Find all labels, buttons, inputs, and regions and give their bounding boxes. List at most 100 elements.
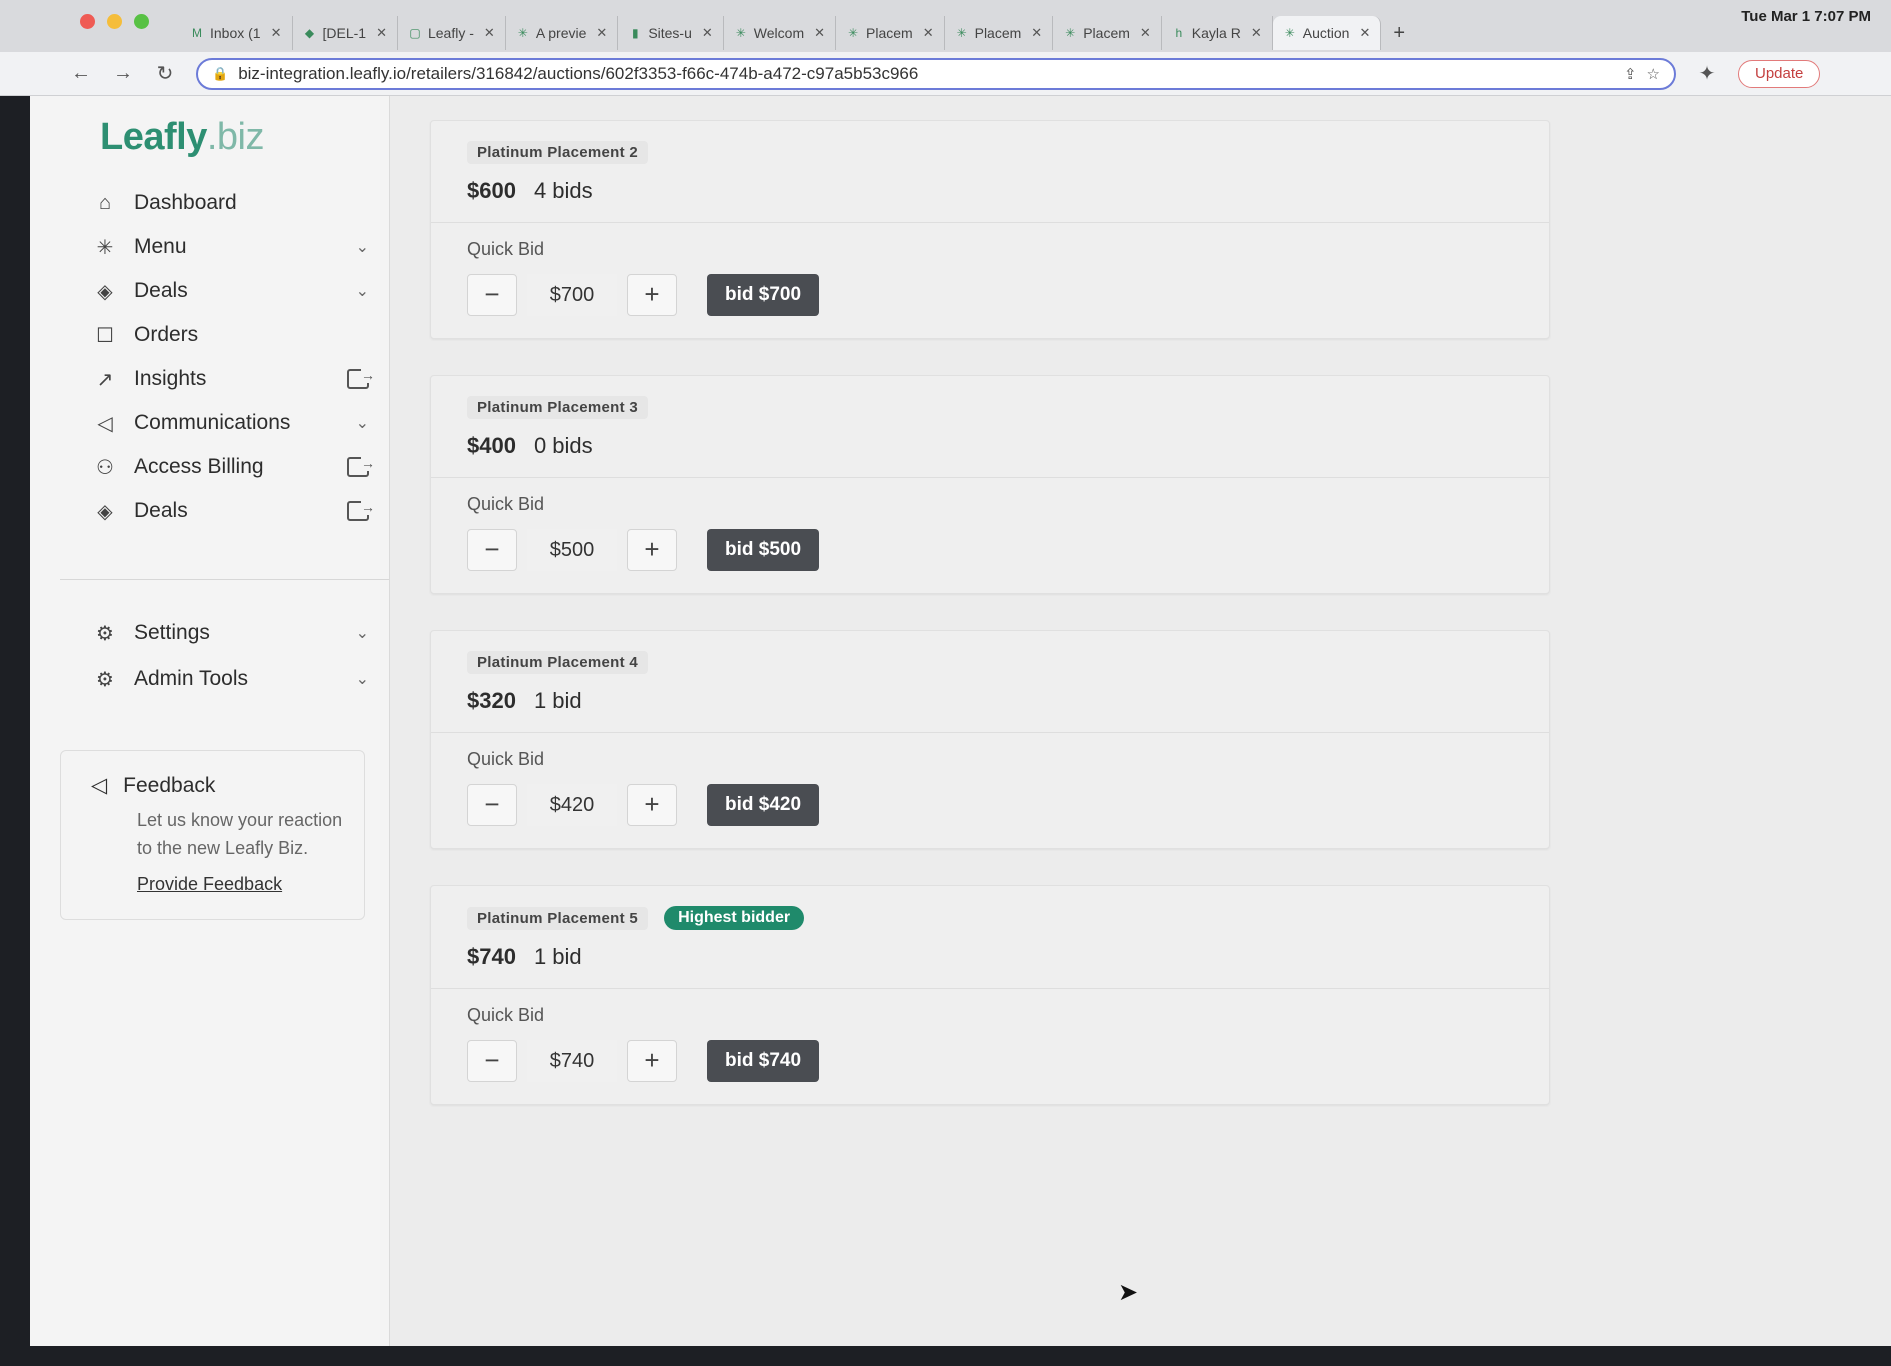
gear-icon: ⚙ (96, 622, 114, 645)
quick-bid-controls: − $740 + bid $740 (467, 1040, 1513, 1082)
leafly-doc-icon: ▢ (409, 26, 421, 40)
chevron-down-icon[interactable]: ⌄ (356, 413, 369, 433)
mouse-pointer-icon: ➤ (1118, 1279, 1139, 1306)
back-icon[interactable]: ← (70, 62, 92, 85)
chevron-down-icon[interactable]: ⌄ (356, 281, 369, 301)
current-price: $320 (467, 688, 516, 713)
auction-summary: Platinum Placement 2 $600 4 bids (431, 121, 1549, 223)
bookmark-star-icon[interactable]: ☆ (1647, 65, 1660, 83)
browser-tab[interactable]: ✳ A previe ✕ (506, 16, 619, 50)
browser-tab[interactable]: ◆ [DEL-1 ✕ (293, 16, 398, 50)
sidebar-item-settings[interactable]: ⚙ Settings ⌄ (60, 610, 389, 656)
browser-tab[interactable]: ✳ Welcom ✕ (724, 16, 837, 50)
new-tab-icon[interactable]: + (1381, 16, 1417, 50)
browser-tab[interactable]: ✳ Auction ✕ (1272, 16, 1382, 50)
browser-tab[interactable]: ▢ Leafly - ✕ (398, 16, 506, 50)
increase-bid-button[interactable]: + (627, 1040, 677, 1082)
close-tab-icon[interactable]: ✕ (271, 25, 282, 41)
quick-bid-controls: − $700 + bid $700 (467, 274, 1513, 316)
sidebar-item-insights[interactable]: ↗ Insights (60, 357, 389, 401)
maximize-window-button[interactable] (134, 14, 149, 29)
sidebar-item-menu[interactable]: ✳ Menu ⌄ (60, 225, 389, 269)
close-tab-icon[interactable]: ✕ (923, 25, 934, 41)
browser-tab[interactable]: ✳ Placem ✕ (836, 16, 945, 50)
forward-icon[interactable]: → (112, 62, 134, 85)
chevron-down-icon[interactable]: ⌄ (356, 669, 369, 689)
browser-tab[interactable]: ▮ Sites-u ✕ (618, 16, 724, 50)
quick-bid-value[interactable]: $740 (527, 1040, 617, 1082)
decrease-bid-button[interactable]: − (467, 274, 517, 316)
auction-card: Platinum Placement 4 $320 1 bid Quick Bid − $… (430, 630, 1550, 849)
feedback-text: Let us know your reaction to the new Lea… (137, 810, 343, 858)
sidebar-item-communications[interactable]: ◁ Communications ⌄ (60, 401, 389, 445)
tab-title: Placem (866, 25, 913, 41)
place-bid-button[interactable]: bid $700 (707, 274, 820, 316)
sidebar-item-label: Dashboard (134, 191, 237, 214)
quick-bid-section: Quick Bid − $420 + bid $420 (431, 733, 1549, 848)
sidebar-item-access-billing[interactable]: ⚇ Access Billing (60, 445, 389, 489)
quick-bid-value[interactable]: $420 (527, 784, 617, 826)
close-window-button[interactable] (80, 14, 95, 29)
auction-summary: Platinum Placement 4 $320 1 bid (431, 631, 1549, 733)
decrease-bid-button[interactable]: − (467, 1040, 517, 1082)
increase-bid-button[interactable]: + (627, 274, 677, 316)
close-tab-icon[interactable]: ✕ (1140, 25, 1151, 41)
increase-bid-button[interactable]: + (627, 529, 677, 571)
sidebar-item-deals[interactable]: ◈ Deals (60, 489, 389, 533)
placement-name: Platinum Placement 2 (467, 141, 649, 164)
close-tab-icon[interactable]: ✕ (1359, 25, 1370, 41)
address-bar[interactable]: 🔒 biz-integration.leafly.io/retailers/31… (196, 57, 1676, 90)
provide-feedback-link[interactable]: Provide Feedback (137, 874, 282, 894)
sidebar-item-label: Settings (134, 621, 210, 644)
browser-tab[interactable]: M Inbox (1 ✕ (180, 16, 293, 50)
quick-bid-controls: − $500 + bid $500 (467, 529, 1513, 571)
place-bid-button[interactable]: bid $420 (707, 784, 820, 826)
address-url[interactable]: biz-integration.leafly.io/retailers/3168… (238, 64, 1614, 84)
sidebar-item-dashboard[interactable]: ⌂ Dashboard (60, 181, 389, 225)
close-tab-icon[interactable]: ✕ (702, 25, 713, 41)
bag-icon: ☐ (96, 324, 114, 347)
browser-tab[interactable]: ✳ Placem ✕ (945, 16, 1054, 50)
close-tab-icon[interactable]: ✕ (484, 25, 495, 41)
browser-tab-strip: M Inbox (1 ✕ ◆ [DEL-1 ✕ ▢ Leafly - ✕ ✳ A previe ✕ ▮ S… (0, 0, 1891, 52)
extensions-icon[interactable]: ✦ (1696, 61, 1718, 86)
current-price: $400 (467, 433, 516, 458)
chevron-down-icon[interactable]: ⌄ (356, 623, 369, 643)
megaphone-icon: ◁ (97, 412, 113, 435)
sidebar-item-deals[interactable]: ◈ Deals ⌄ (60, 269, 389, 313)
chevron-down-icon[interactable]: ⌄ (356, 237, 369, 257)
place-bid-button[interactable]: bid $500 (707, 529, 820, 571)
feedback-panel: ◁ Feedback Let us know your reaction to … (60, 750, 365, 920)
close-tab-icon[interactable]: ✕ (814, 25, 825, 41)
external-link-icon (347, 367, 375, 389)
close-tab-icon[interactable]: ✕ (1251, 25, 1262, 41)
quick-bid-value[interactable]: $500 (527, 529, 617, 571)
home-icon: ⌂ (98, 191, 112, 214)
bid-count: 1 bid (533, 944, 582, 969)
browser-tab[interactable]: ✳ Placem ✕ (1053, 16, 1162, 50)
close-tab-icon[interactable]: ✕ (1031, 25, 1042, 41)
reload-icon[interactable]: ↻ (154, 61, 176, 86)
decrease-bid-button[interactable]: − (467, 529, 517, 571)
close-tab-icon[interactable]: ✕ (376, 25, 387, 41)
place-bid-button[interactable]: bid $740 (707, 1040, 820, 1082)
close-tab-icon[interactable]: ✕ (596, 25, 607, 41)
tab-title: Auction (1302, 25, 1350, 41)
share-icon[interactable]: ⇪ (1624, 65, 1637, 83)
browser-tab[interactable]: h Kayla R ✕ (1162, 16, 1273, 50)
leafly-biz-logo[interactable]: Leafly.biz (100, 116, 389, 159)
sidebar-nav: ⌂ Dashboard ✳ Menu ⌄ ◈ Deals ⌄ ☐ Orders ↗ Insights ◁… (60, 181, 389, 533)
quick-bid-value[interactable]: $700 (527, 274, 617, 316)
sidebar-item-admin-tools[interactable]: ⚙ Admin Tools ⌄ (60, 656, 389, 702)
update-button[interactable]: Update (1738, 59, 1821, 88)
megaphone-icon: ◁ (91, 774, 108, 797)
trend-icon: ↗ (96, 368, 114, 391)
minimize-window-button[interactable] (107, 14, 122, 29)
tag-icon: ◈ (97, 500, 113, 523)
tab-title: Kayla R (1191, 25, 1241, 41)
sidebar-item-label: Deals (134, 499, 188, 522)
sidebar-item-orders[interactable]: ☐ Orders (60, 313, 389, 357)
window-controls (80, 14, 149, 29)
decrease-bid-button[interactable]: − (467, 784, 517, 826)
increase-bid-button[interactable]: + (627, 784, 677, 826)
